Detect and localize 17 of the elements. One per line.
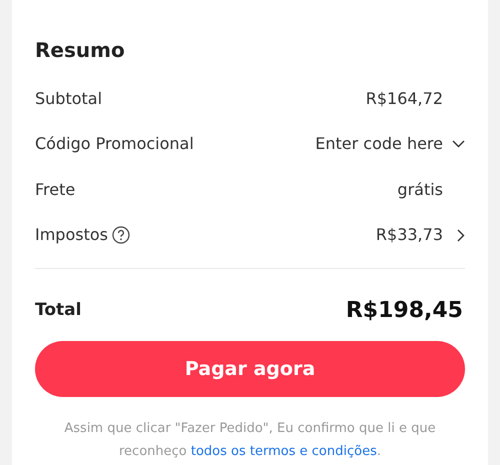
row-label: Subtotal [35,88,102,110]
terms-note: Assim que clicar "Fazer Pedido", Eu confirmo que li e que reconheço todos os termos e condições. [63,420,437,461]
total-label: Total [35,298,82,322]
pay-now-button[interactable]: Pagar agora [35,341,465,397]
chevron-right-icon[interactable] [457,228,465,242]
chevron-down-icon[interactable] [452,140,465,148]
row-label: Frete [35,178,76,201]
row-value: grátis [397,178,443,201]
row-value: R$164,72 [366,88,443,110]
row-value[interactable]: Enter code here [315,132,443,156]
total-amount: R$198,45 [346,297,463,325]
row-label: Código Promocional [35,133,194,156]
row-label: Impostos [35,224,108,246]
row-value: R$33,73 [376,224,443,246]
help-icon[interactable] [112,226,130,244]
summary-title: Resumo [35,38,126,62]
terms-link[interactable]: todos os termos e condições [190,444,377,459]
